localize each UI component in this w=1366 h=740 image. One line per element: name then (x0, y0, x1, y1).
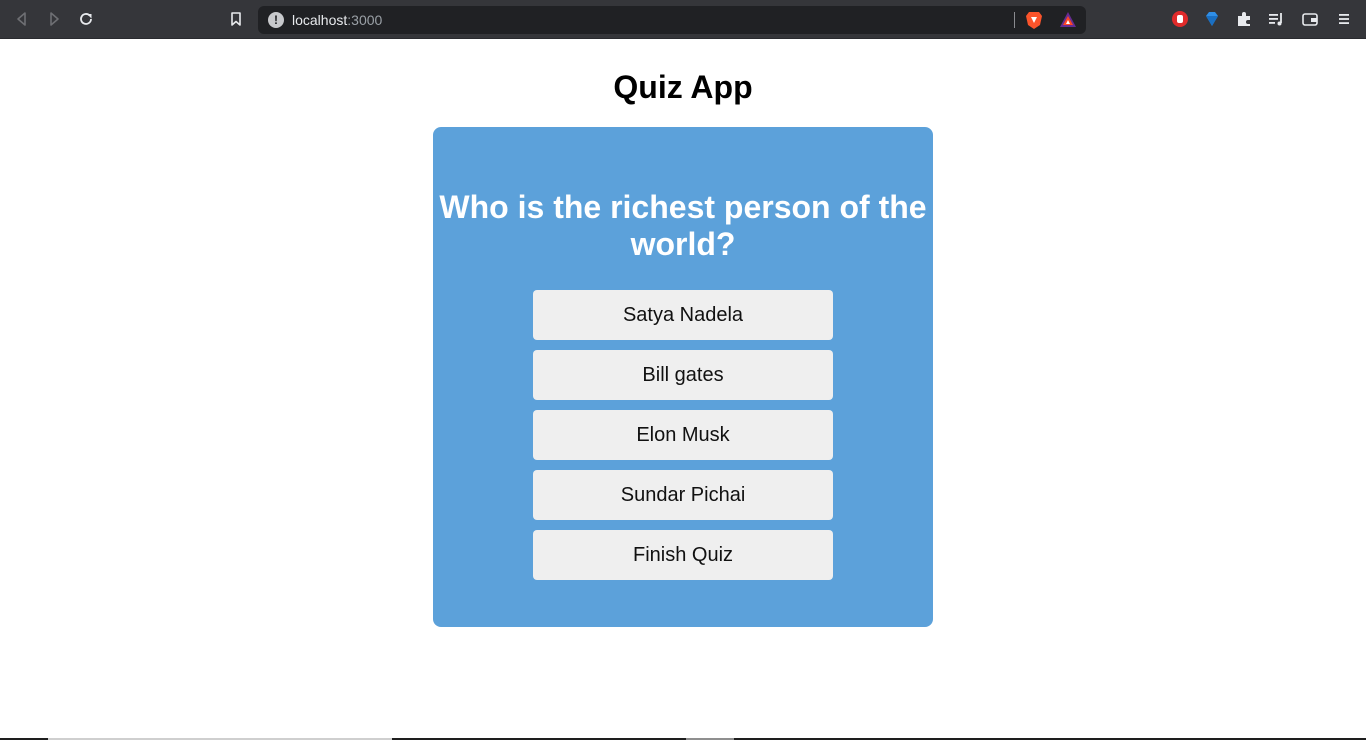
finish-quiz-button[interactable]: Finish Quiz (533, 530, 833, 580)
option-button-satya-nadela[interactable]: Satya Nadela (533, 290, 833, 340)
forward-icon[interactable] (42, 7, 66, 31)
puzzle-icon[interactable] (1234, 9, 1254, 29)
page-title: Quiz App (613, 69, 753, 105)
question-text: Who is the richest person of the world? (439, 189, 927, 262)
brave-shields-icon[interactable] (1024, 10, 1044, 30)
menu-icon[interactable] (1334, 9, 1354, 29)
page-content: Quiz App Who is the richest person of th… (0, 40, 1366, 740)
url-host: localhost (292, 12, 348, 28)
option-button-sundar-pichai[interactable]: Sundar Pichai (533, 470, 833, 520)
gem-icon[interactable] (1202, 9, 1222, 29)
quiz-card: Who is the richest person of the world? … (433, 127, 933, 627)
option-button-elon-musk[interactable]: Elon Musk (533, 410, 833, 460)
option-button-bill-gates[interactable]: Bill gates (533, 350, 833, 400)
reload-icon[interactable] (74, 7, 98, 31)
url-port: :3000 (347, 12, 383, 28)
info-icon[interactable]: ! (268, 12, 284, 28)
adblock-icon[interactable] (1170, 9, 1190, 29)
browser-toolbar: ! localhost:3000 (0, 0, 1366, 39)
address-bar[interactable]: ! localhost:3000 (258, 6, 1086, 34)
wallet-icon[interactable] (1300, 9, 1320, 29)
back-icon[interactable] (10, 7, 34, 31)
url-text: localhost:3000 (292, 12, 382, 28)
bookmark-icon[interactable] (224, 7, 248, 31)
brave-rewards-icon[interactable] (1058, 10, 1078, 30)
answer-options: Satya Nadela Bill gates Elon Musk Sundar… (533, 290, 833, 590)
playlist-icon[interactable] (1266, 9, 1286, 29)
address-divider (1014, 12, 1015, 28)
